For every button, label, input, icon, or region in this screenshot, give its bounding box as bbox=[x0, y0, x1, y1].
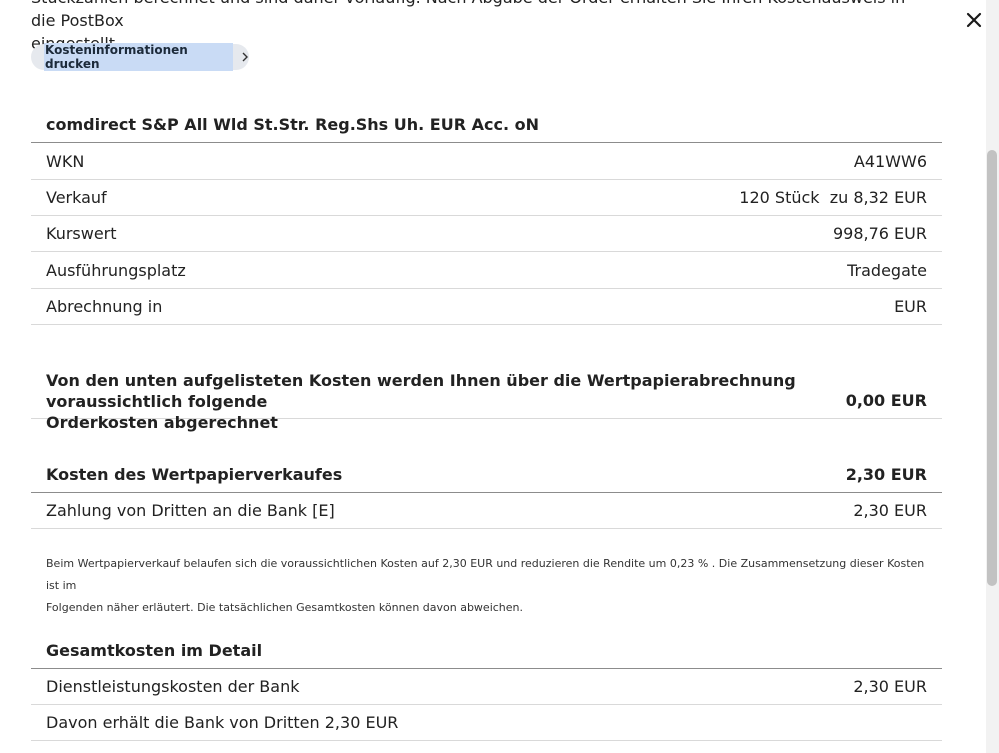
row-value-wkn: A41WW6 bbox=[853, 151, 927, 171]
row-label-third-party: Zahlung von Dritten an die Bank [E] bbox=[46, 501, 335, 520]
security-title-row: comdirect S&P All Wld St.Str. Reg.Shs Uh… bbox=[31, 107, 942, 143]
order-costs-text-line-2: Orderkosten abgerechnet bbox=[46, 413, 278, 432]
row-value-service-costs: 2,30 EUR bbox=[853, 677, 927, 696]
row-value-abrechnung: EUR bbox=[894, 297, 927, 316]
row-label-abrechnung: Abrechnung in bbox=[46, 297, 163, 316]
order-costs-text-line-1: Von den unten aufgelisteten Kosten werde… bbox=[46, 371, 796, 411]
close-button[interactable] bbox=[963, 9, 985, 31]
order-costs-text: Von den unten aufgelisteten Kosten werde… bbox=[46, 370, 846, 433]
row-label-verkauf: Verkauf bbox=[46, 188, 107, 207]
sale-costs-total: 2,30 EUR bbox=[845, 465, 927, 484]
security-title: comdirect S&P All Wld St.Str. Reg.Shs Uh… bbox=[46, 115, 539, 134]
total-detail-title-row: Gesamtkosten im Detail bbox=[31, 633, 942, 669]
sale-costs-title-row: Kosten des Wertpapierverkaufes 2,30 EUR bbox=[31, 457, 942, 493]
row-label-service-costs: Dienstleistungskosten der Bank bbox=[46, 677, 300, 696]
row-label-wkn: WKN bbox=[46, 151, 85, 171]
chevron-right-icon bbox=[241, 52, 249, 62]
table-row: Davon erhält die Bank von Dritten 2,30 E… bbox=[31, 705, 942, 741]
order-costs-row: Von den unten aufgelisteten Kosten werde… bbox=[31, 360, 942, 432]
sale-costs-note-line-2: Folgenden näher erläutert. Die tatsächli… bbox=[46, 601, 524, 614]
total-detail-title: Gesamtkosten im Detail bbox=[46, 641, 263, 660]
sale-costs-note: Beim Wertpapierverkauf belaufen sich die… bbox=[46, 553, 938, 619]
table-row: Dienstleistungskosten der Bank 2,30 EUR bbox=[31, 669, 942, 705]
print-cost-info-label: Kosteninformationen drucken bbox=[44, 43, 233, 71]
row-label-kurswert: Kurswert bbox=[46, 224, 117, 243]
sale-costs-title: Kosten des Wertpapierverkaufes bbox=[46, 465, 343, 484]
row-label-third-party-received: Davon erhält die Bank von Dritten 2,30 E… bbox=[46, 713, 399, 732]
row-value-ausfuehrungsplatz: Tradegate bbox=[847, 260, 927, 280]
print-cost-info-button[interactable]: Kosteninformationen drucken bbox=[31, 43, 249, 71]
row-value-third-party: 2,30 EUR bbox=[853, 501, 927, 520]
sale-costs-note-line-1: Beim Wertpapierverkauf belaufen sich die… bbox=[46, 557, 925, 592]
row-label-ausfuehrungsplatz: Ausführungsplatz bbox=[46, 260, 186, 280]
table-row: Abrechnung in EUR bbox=[31, 289, 942, 325]
table-row: Ausführungsplatz Tradegate bbox=[31, 252, 942, 289]
order-costs-value: 0,00 EUR bbox=[845, 391, 927, 410]
table-row: Verkauf 120 Stück zu 8,32 EUR bbox=[31, 180, 942, 216]
table-row: Kurswert 998,76 EUR bbox=[31, 216, 942, 252]
table-row: Zahlung von Dritten an die Bank [E] 2,30… bbox=[31, 493, 942, 529]
row-value-verkauf: 120 Stück zu 8,32 EUR bbox=[739, 188, 927, 207]
intro-line-1: Stückzahlen berechnet und sind daher vor… bbox=[31, 0, 905, 30]
close-icon bbox=[966, 12, 982, 28]
row-value-kurswert: 998,76 EUR bbox=[832, 224, 927, 243]
scrollbar-thumb[interactable] bbox=[987, 150, 997, 586]
table-row: WKN A41WW6 bbox=[31, 143, 942, 180]
